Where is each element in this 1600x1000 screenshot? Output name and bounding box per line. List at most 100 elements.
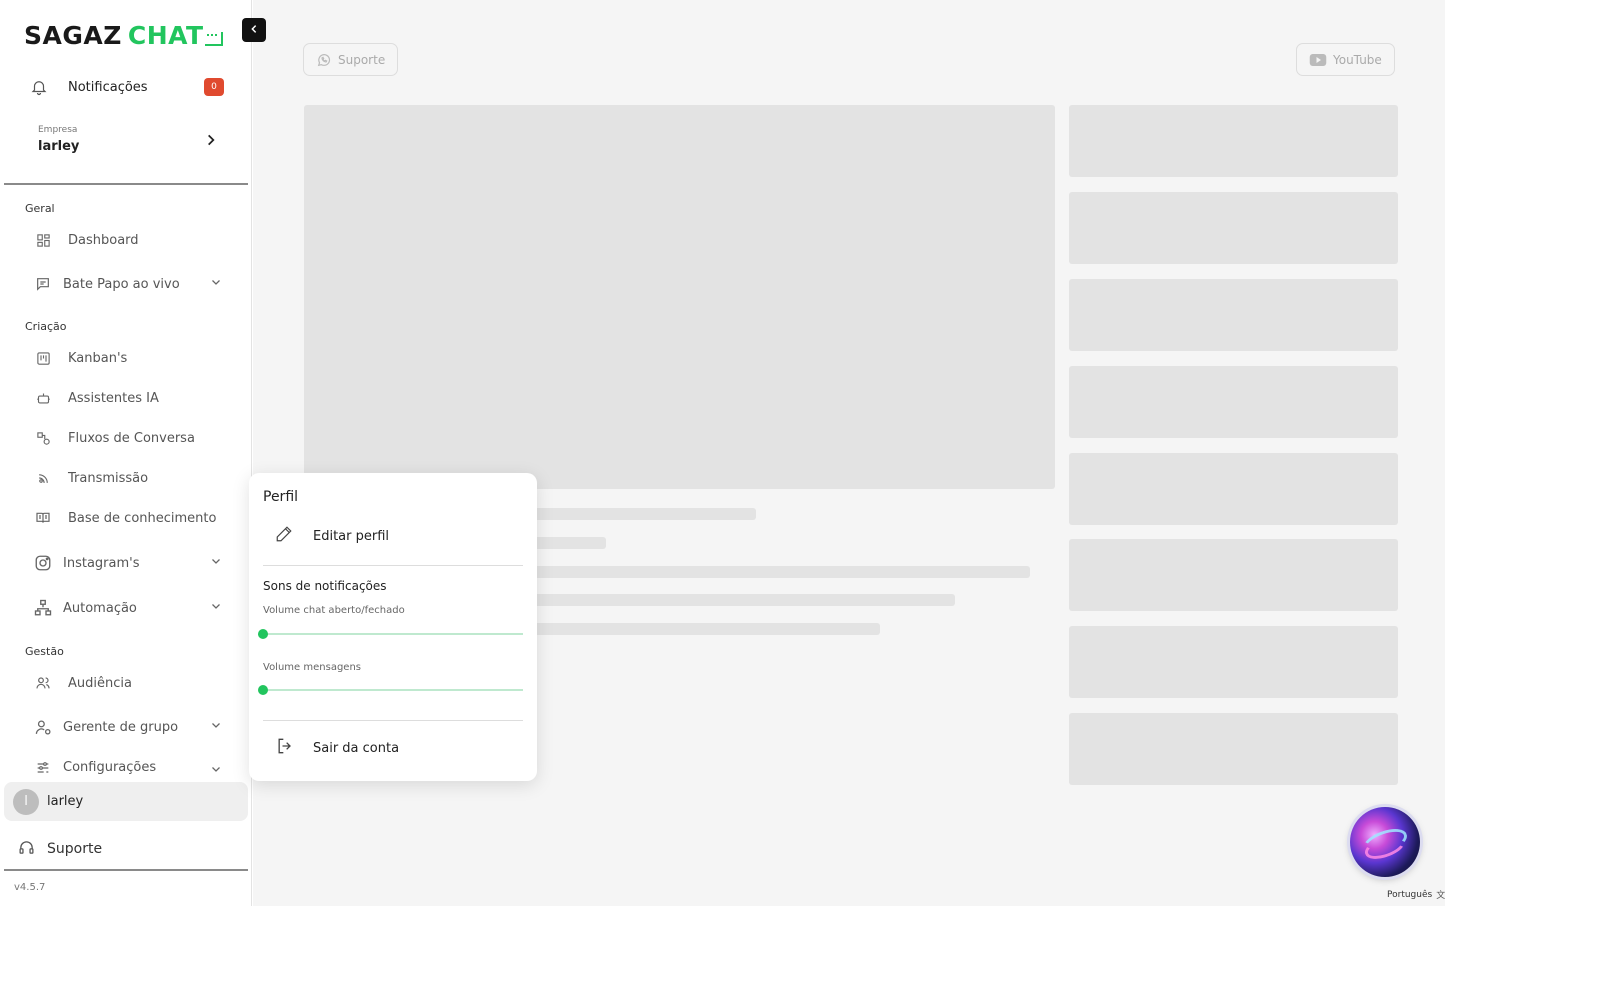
sidebar-item-label: Kanban's (68, 350, 128, 366)
youtube-button-label: YouTube (1333, 52, 1382, 67)
chevron-down-icon (210, 763, 222, 776)
profile-menu-title: Perfil (263, 489, 299, 505)
headset-icon (18, 839, 35, 860)
edit-profile-label: Editar perfil (313, 528, 390, 544)
sidebar-item-label: Dashboard (68, 232, 139, 248)
youtube-button[interactable]: YouTube (1296, 43, 1395, 76)
company-selector[interactable]: Empresa larley (38, 125, 218, 159)
logo-accent-text: CHAT (127, 21, 204, 50)
sidebar-divider-bottom (4, 869, 248, 871)
kanban-icon (32, 351, 54, 366)
automation-icon (32, 599, 54, 617)
chevron-down-icon (210, 600, 222, 616)
settings-icon (32, 760, 54, 776)
language-selector[interactable]: Português 文 (1387, 888, 1446, 902)
skeleton-card (1069, 279, 1398, 351)
logo[interactable]: SAGAZ CHAT (24, 20, 223, 50)
pencil-icon (275, 525, 293, 547)
flow-icon (32, 431, 54, 446)
skeleton-card (1069, 453, 1398, 525)
skeleton-card (1069, 713, 1398, 785)
ai-assistant-orb-button[interactable] (1350, 807, 1420, 877)
logo-chat-bubble-icon (204, 32, 223, 46)
chevron-down-icon (210, 719, 222, 735)
slider-track (263, 633, 523, 635)
logout-icon (275, 736, 295, 760)
sidebar-item-label: Configurações (63, 760, 157, 775)
sidebar-item-conversation-flows[interactable]: Fluxos de Conversa (32, 427, 228, 449)
skeleton-card (1069, 626, 1398, 698)
book-icon (32, 510, 54, 526)
profile-menu-popup: Perfil Editar perfil Sons de notificaçõe… (249, 473, 537, 781)
notification-sounds-title: Sons de notificações (263, 579, 387, 593)
sidebar-item-label: Fluxos de Conversa (68, 430, 195, 446)
edit-profile-button[interactable]: Editar perfil (275, 525, 389, 547)
chevron-right-icon (204, 131, 218, 152)
sidebar-item-settings[interactable]: Configurações (32, 760, 228, 776)
slider-track (263, 689, 523, 691)
chat-icon (32, 276, 54, 292)
logout-button[interactable]: Sair da conta (275, 737, 399, 759)
orb-swirl-icon (1361, 830, 1409, 864)
bell-icon (30, 78, 56, 96)
group-manager-icon (32, 719, 54, 736)
menu-divider (263, 720, 523, 721)
support-button-label: Suporte (338, 52, 386, 67)
collapse-sidebar-button[interactable] (242, 18, 266, 42)
section-title-gestao: Gestão (25, 645, 64, 658)
sidebar-item-group-manager[interactable]: Gerente de grupo (32, 716, 228, 738)
company-name: larley (38, 139, 80, 154)
skeleton-card (1069, 366, 1398, 438)
sidebar-item-automation[interactable]: Automação (32, 597, 228, 619)
youtube-icon (1309, 53, 1327, 67)
section-title-criacao: Criação (25, 320, 67, 333)
skeleton-card (1069, 105, 1398, 177)
language-label: Português (1387, 889, 1433, 900)
notifications-count-badge: 0 (204, 78, 224, 96)
sidebar-item-label: Automação (63, 600, 137, 616)
notifications-label: Notificações (68, 79, 148, 95)
sidebar-item-label: Audiência (68, 675, 132, 691)
support-label: Suporte (47, 841, 103, 857)
sidebar-item-ai-assistants[interactable]: Assistentes IA (32, 387, 228, 409)
slider-thumb[interactable] (258, 685, 268, 695)
sidebar-item-label: Gerente de grupo (63, 719, 179, 735)
sidebar-item-audience[interactable]: Audiência (32, 672, 228, 694)
sidebar-support-link[interactable]: Suporte (18, 838, 102, 860)
volume-messages-slider[interactable] (258, 684, 523, 696)
sidebar-divider (4, 183, 248, 185)
sidebar-item-label: Assistentes IA (68, 390, 159, 406)
sidebar-item-knowledge-base[interactable]: Base de conhecimento (32, 507, 228, 529)
chevron-left-icon (249, 22, 259, 38)
sidebar-item-kanbans[interactable]: Kanban's (32, 347, 228, 369)
chevron-down-icon (210, 276, 222, 292)
grid-icon (32, 233, 54, 248)
sidebar-item-dashboard[interactable]: Dashboard (32, 229, 228, 251)
sidebar-item-broadcast[interactable]: Transmissão (32, 467, 228, 489)
app-version: v4.5.7 (14, 882, 46, 893)
whatsapp-icon (316, 52, 332, 68)
sidebar-item-live-chat[interactable]: Bate Papo ao vivo (32, 273, 228, 295)
company-caption: Empresa (38, 125, 78, 135)
sidebar-item-label: Instagram's (63, 555, 140, 571)
notifications-item[interactable]: Notificações 0 (30, 74, 230, 100)
volume-chat-slider[interactable] (258, 628, 523, 640)
user-profile-button[interactable]: l larley (4, 782, 248, 821)
chevron-down-icon (210, 555, 222, 571)
sidebar-item-instagram[interactable]: Instagram's (32, 552, 228, 574)
sidebar-item-label: Bate Papo ao vivo (63, 276, 180, 292)
logo-primary-text: SAGAZ (24, 21, 122, 50)
translate-icon: 文 (1436, 891, 1446, 901)
instagram-icon (32, 554, 54, 572)
slider-thumb[interactable] (258, 629, 268, 639)
section-title-geral: Geral (25, 202, 55, 215)
menu-divider (263, 565, 523, 566)
logout-label: Sair da conta (313, 740, 400, 756)
sidebar: SAGAZ CHAT Notificações 0 Empresa larley… (0, 0, 252, 906)
sidebar-item-label: Transmissão (68, 470, 149, 486)
avatar: l (13, 788, 39, 815)
support-whatsapp-button[interactable]: Suporte (303, 43, 399, 76)
broadcast-icon (32, 471, 54, 486)
skeleton-card (1069, 539, 1398, 611)
bot-icon (32, 391, 54, 406)
